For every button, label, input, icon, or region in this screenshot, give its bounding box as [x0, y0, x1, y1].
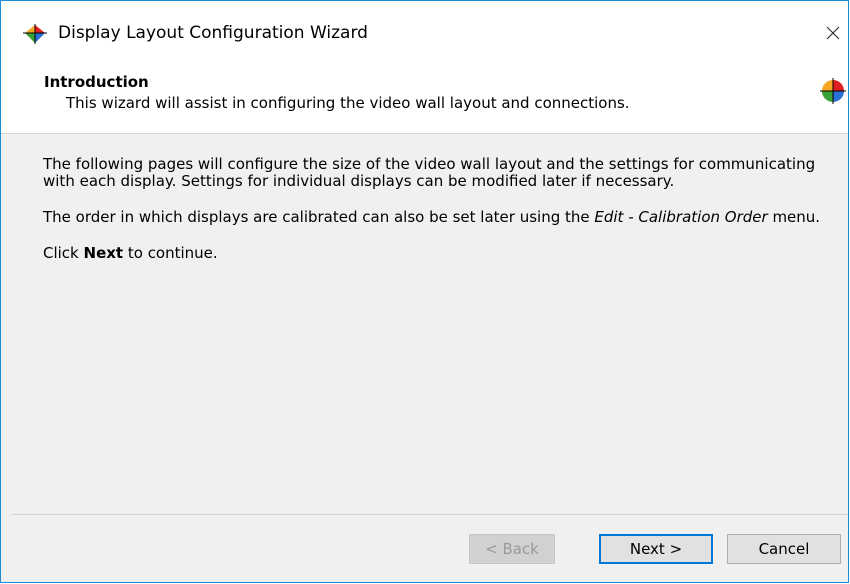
wizard-logo-icon [820, 78, 846, 104]
paragraph-text: The order in which displays are calibrat… [43, 208, 595, 226]
footer-divider [11, 514, 848, 515]
close-button[interactable] [818, 13, 848, 53]
next-reference: Next [83, 244, 124, 262]
menu-reference: Edit - Calibration Order [594, 208, 768, 226]
cancel-button[interactable]: Cancel [727, 534, 841, 564]
calibration-order-paragraph: The order in which displays are calibrat… [43, 209, 833, 226]
instruction-text: to continue. [123, 244, 218, 262]
back-button[interactable]: < Back [469, 534, 555, 564]
page-title: Introduction [44, 73, 149, 91]
instruction-text: Click [43, 244, 84, 262]
app-icon [23, 24, 47, 44]
paragraph-text: menu. [767, 208, 821, 226]
wizard-window: Display Layout Configuration Wizard Intr… [0, 0, 849, 583]
wizard-content: The following pages will configure the s… [43, 156, 833, 281]
next-button[interactable]: Next > [599, 534, 713, 564]
title-bar: Display Layout Configuration Wizard [1, 1, 848, 67]
page-subtitle: This wizard will assist in configuring t… [66, 94, 630, 112]
intro-paragraph: The following pages will configure the s… [43, 155, 816, 190]
window-title: Display Layout Configuration Wizard [58, 23, 368, 43]
continue-instruction: Click Next to continue. [43, 245, 833, 262]
close-icon [826, 26, 840, 40]
wizard-header: Introduction This wizard will assist in … [1, 67, 848, 134]
